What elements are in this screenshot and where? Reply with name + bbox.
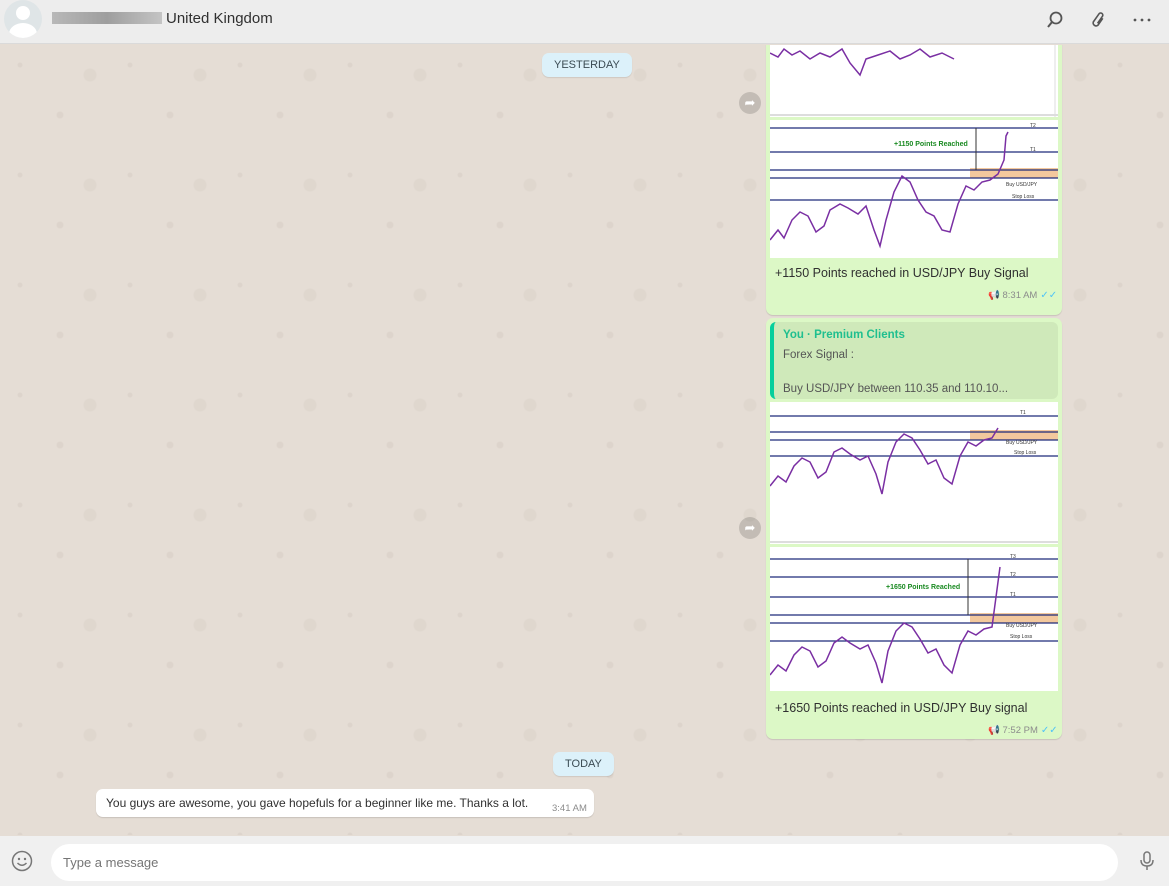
svg-text:T3: T3 — [1010, 554, 1016, 560]
read-ticks-icon: ✓✓ — [1040, 290, 1058, 301]
forward-icon[interactable]: ➦ — [739, 517, 761, 539]
svg-text:T1: T1 — [1020, 410, 1026, 416]
image-message-2[interactable]: You · Premium Clients Forex Signal : Buy… — [766, 318, 1062, 739]
message-caption-2: +1650 Points reached in USD/JPY Buy sign… — [775, 701, 1028, 715]
date-separator-yesterday: YESTERDAY — [542, 53, 632, 77]
more-options-icon[interactable] — [1130, 8, 1154, 32]
quoted-message[interactable]: You · Premium Clients Forex Signal : Buy… — [770, 322, 1058, 399]
image-message-1[interactable]: +1150 Points Reached T2 T1 Buy USD/JPY S… — [766, 45, 1062, 315]
search-icon[interactable] — [1043, 8, 1067, 32]
quote-line-2: Buy USD/JPY between 110.35 and 110.10... — [783, 383, 1009, 395]
svg-text:Stop Loss: Stop Loss — [1014, 450, 1037, 456]
svg-text:T2: T2 — [1030, 123, 1036, 129]
contact-name[interactable]: United Kingdom — [166, 10, 273, 27]
chart-image-bottom-1[interactable]: +1150 Points Reached T2 T1 Buy USD/JPY S… — [770, 120, 1058, 258]
chart-image-top-1[interactable] — [770, 45, 1058, 117]
redacted-contact-name — [52, 12, 162, 24]
message-caption-1: +1150 Points reached in USD/JPY Buy Sign… — [775, 266, 1029, 280]
megaphone-icon: 📢 — [988, 290, 1000, 301]
chat-header: United Kingdom — [0, 0, 1169, 44]
message-list[interactable]: YESTERDAY +1150 Points Reached T2 T1 Buy… — [0, 45, 1169, 835]
quote-author: You · Premium Clients — [783, 329, 905, 341]
emoji-icon[interactable] — [11, 850, 33, 878]
incoming-message[interactable]: You guys are awesome, you gave hopefuls … — [96, 789, 594, 817]
svg-text:Buy USD/JPY: Buy USD/JPY — [1006, 440, 1038, 446]
chart-image-bottom-2[interactable]: +1650 Points Reached T3 T2 T1 Buy USD/JP… — [770, 547, 1058, 691]
quote-line-1: Forex Signal : — [783, 349, 854, 361]
svg-text:T1: T1 — [1030, 147, 1036, 153]
compose-bar — [0, 836, 1169, 886]
incoming-message-time: 3:41 AM — [552, 803, 587, 814]
contact-avatar[interactable] — [4, 0, 42, 38]
date-separator-today: TODAY — [553, 752, 614, 776]
svg-text:Stop Loss: Stop Loss — [1012, 194, 1035, 200]
incoming-message-text: You guys are awesome, you gave hopefuls … — [106, 796, 529, 810]
megaphone-icon: 📢 — [988, 725, 1000, 736]
chart-annotation-reached-2: +1650 Points Reached — [886, 584, 960, 591]
message-meta-1: 📢 8:31 AM ✓✓ — [988, 290, 1058, 301]
svg-text:Stop Loss: Stop Loss — [1010, 634, 1033, 640]
message-meta-2: 📢 7:52 PM ✓✓ — [988, 725, 1058, 736]
svg-text:T2: T2 — [1010, 572, 1016, 578]
read-ticks-icon: ✓✓ — [1040, 725, 1058, 736]
attach-icon[interactable] — [1087, 8, 1111, 32]
chart-annotation-reached-1: +1150 Points Reached — [894, 141, 968, 148]
svg-text:Buy USD/JPY: Buy USD/JPY — [1006, 623, 1038, 629]
message-input[interactable] — [51, 844, 1118, 881]
svg-text:Buy USD/JPY: Buy USD/JPY — [1006, 182, 1038, 188]
chart-image-top-2[interactable]: T1 Buy USD/JPY Stop Loss — [770, 402, 1058, 544]
svg-text:T1: T1 — [1010, 592, 1016, 598]
microphone-icon[interactable] — [1139, 850, 1155, 878]
forward-icon[interactable]: ➦ — [739, 92, 761, 114]
